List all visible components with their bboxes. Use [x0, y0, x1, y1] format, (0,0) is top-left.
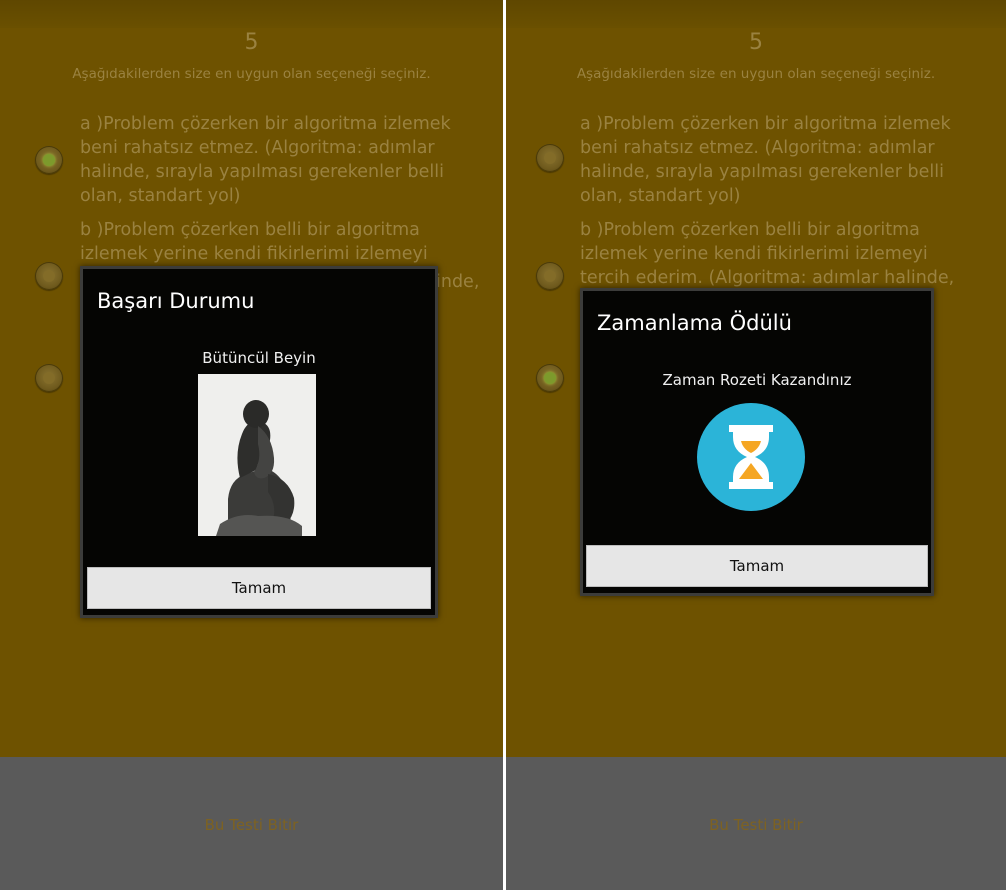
dialog-title: Zamanlama Ödülü	[597, 311, 792, 335]
thinker-statue-icon	[198, 374, 316, 536]
finish-test-button[interactable]: Bu Testi Bitir	[506, 816, 1006, 834]
option-a-line: olan, standart yol)	[580, 186, 741, 206]
option-b-line-partial: inde,	[436, 272, 480, 292]
ok-button[interactable]: Tamam	[87, 567, 431, 609]
option-a-line: olan, standart yol)	[80, 186, 241, 206]
option-b-radio[interactable]	[536, 262, 564, 290]
question-number: 5	[244, 30, 259, 55]
left-screen: 5 Aşağıdakilerden size en uygun olan seç…	[0, 0, 503, 890]
hourglass-icon	[697, 403, 805, 511]
option-a-radio[interactable]	[536, 144, 564, 172]
success-status-dialog: Başarı Durumu Bütüncül Beyin Tamam	[80, 266, 438, 618]
radio-selected-dot	[544, 372, 556, 384]
option-a-line: beni rahatsız etmez. (Algoritma: adımlar	[580, 138, 935, 158]
question-instruction: Aşağıdakilerden size en uygun olan seçen…	[72, 66, 431, 82]
option-b-radio[interactable]	[35, 262, 63, 290]
option-b-text[interactable]: b )Problem çözerken belli bir algoritma …	[580, 218, 954, 290]
option-a-line: a )Problem çözerken bir algoritma izleme…	[580, 114, 951, 134]
option-a-line: halinde, sırayla yapılması gerekenler be…	[580, 162, 944, 182]
radio-unselected-dot	[544, 270, 556, 282]
option-b-line: izlemek yerine kendi fikirlerimi izlemey…	[80, 244, 428, 264]
option-b-line: b )Problem çözerken belli bir algoritma	[80, 220, 420, 240]
option-b-line: tercih ederim. (Algoritma: adımlar halin…	[580, 268, 955, 288]
dialog-message: Zaman Rozeti Kazandınız	[662, 371, 852, 389]
option-c-radio[interactable]	[35, 364, 63, 392]
question-number: 5	[749, 30, 763, 55]
option-a-line: beni rahatsız etmez. (Algoritma: adımlar	[80, 138, 435, 158]
top-bar	[0, 0, 503, 28]
option-a-line: halinde, sırayla yapılması gerekenler be…	[80, 162, 444, 182]
option-a-text[interactable]: a )Problem çözerken bir algoritma izleme…	[80, 112, 451, 208]
question-instruction: Aşağıdakilerden size en uygun olan seçen…	[576, 66, 936, 82]
radio-unselected-dot	[43, 270, 55, 282]
radio-selected-dot	[43, 154, 55, 166]
ok-button[interactable]: Tamam	[586, 545, 928, 587]
option-a-radio[interactable]	[35, 146, 63, 174]
dialog-message: Bütüncül Beyin	[202, 349, 316, 367]
option-a-line: a )Problem çözerken bir algoritma izleme…	[80, 114, 451, 134]
timing-award-dialog: Zamanlama Ödülü Zaman Rozeti Kazandınız …	[580, 288, 934, 596]
option-c-radio[interactable]	[536, 364, 564, 392]
option-b-text[interactable]: b )Problem çözerken belli bir algoritma …	[80, 218, 428, 266]
option-b-line: b )Problem çözerken belli bir algoritma	[580, 220, 920, 240]
radio-unselected-dot	[544, 152, 556, 164]
finish-test-button[interactable]: Bu Testi Bitir	[0, 816, 503, 834]
radio-unselected-dot	[43, 372, 55, 384]
option-b-line: izlemek yerine kendi fikirlerimi izlemey…	[580, 244, 928, 264]
option-a-text[interactable]: a )Problem çözerken bir algoritma izleme…	[580, 112, 951, 208]
dialog-title: Başarı Durumu	[97, 289, 255, 313]
top-bar	[506, 0, 1006, 28]
right-screen: 5 Aşağıdakilerden size en uygun olan seç…	[506, 0, 1006, 890]
